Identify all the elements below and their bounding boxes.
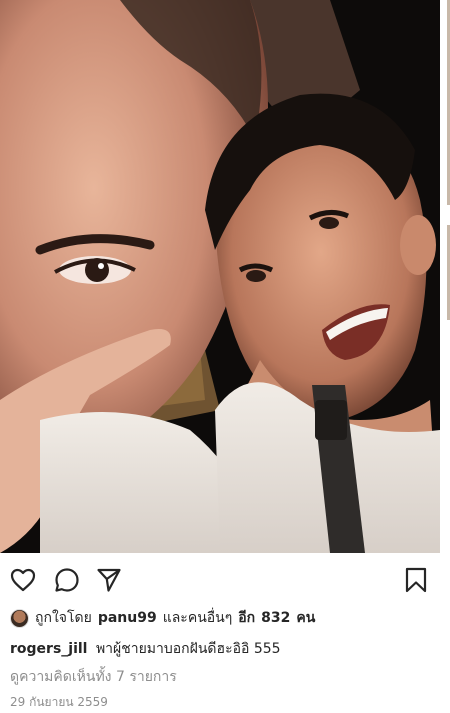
caption-text: พาผู้ชายมาบอกฝันดีฮะอิอิ 555 [95,641,281,657]
caption: rogers_jill พาผู้ชายมาบอกฝันดีฮะอิอิ 555 [10,638,281,660]
likes-prefix: ถูกใจโดย [35,610,92,626]
likes-summary: ถูกใจโดย panu99 และคนอื่นๆ อีก 832 คน [10,606,315,630]
post-date: 29 กันยายน 2559 [10,695,108,709]
liker-avatar[interactable] [10,608,29,628]
likes-count[interactable]: 832 [261,610,290,626]
send-icon [97,568,121,592]
caption-username[interactable]: rogers_jill [10,641,87,657]
heart-icon [10,568,36,592]
likes-middle: และคนอื่นๆ [162,610,233,626]
instagram-post: ถูกใจโดย panu99 และคนอื่นๆ อีก 832 คน ro… [0,0,450,713]
photo-edge [440,0,450,553]
share-button[interactable] [94,565,124,595]
action-bar [0,553,450,605]
comment-button[interactable] [52,565,82,595]
likes-more-word[interactable]: อีก [238,607,255,629]
comment-icon [55,568,79,592]
save-button[interactable] [401,565,431,595]
selfie-photo [0,0,440,553]
liker-username[interactable]: panu99 [98,610,157,626]
bookmark-icon [405,567,427,593]
likes-suffix[interactable]: คน [296,607,315,629]
like-button[interactable] [8,565,38,595]
post-photo[interactable] [0,0,440,553]
view-all-comments-link[interactable]: ดูความคิดเห็นทั้ง 7 รายการ [10,666,177,688]
